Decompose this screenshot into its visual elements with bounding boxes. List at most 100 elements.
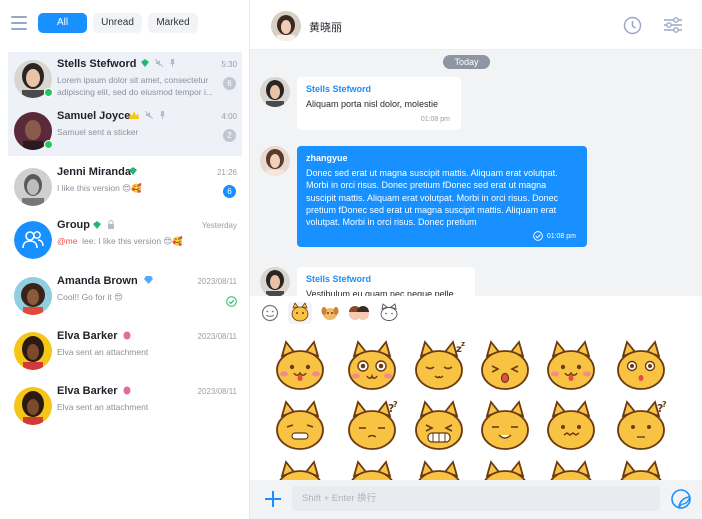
message-text: Aliquam porta nisl dolor, molestie — [306, 99, 439, 109]
chat-app: All Unread Marked Stells Stefword 5:30 L… — [0, 0, 702, 519]
cat-sticker[interactable] — [272, 400, 328, 452]
message-line: suscipit mattis. Aliquam erat volutpat. … — [306, 192, 559, 203]
confused-cat-sticker[interactable]: ?? — [344, 400, 400, 452]
filter-unread[interactable]: Unread — [93, 13, 142, 33]
kids-sticker-icon[interactable] — [347, 302, 371, 324]
avatar[interactable] — [260, 77, 290, 107]
message-input[interactable] — [292, 486, 660, 511]
cat-sticker[interactable] — [477, 400, 533, 452]
online-indicator — [44, 140, 53, 149]
conversation-item[interactable]: Elva Barker 2023/08/11 Elva sent an atta… — [8, 324, 242, 376]
sender-name: Stells Stefword — [306, 84, 372, 94]
settings-sliders-icon[interactable] — [664, 17, 682, 33]
gem-icon — [123, 386, 131, 395]
svg-text:z: z — [461, 340, 465, 348]
cat-sticker[interactable] — [272, 460, 328, 480]
avatar[interactable] — [271, 11, 301, 41]
avatar[interactable] — [260, 267, 290, 296]
conversation-item[interactable]: Jenni Miranda 21:26 I like this version … — [8, 160, 242, 212]
pin-icon — [170, 59, 176, 67]
mute-icon — [144, 110, 153, 120]
last-message: Cool!! Go for it 😍 — [57, 292, 124, 302]
svg-text:?: ? — [393, 400, 398, 409]
contact-name: Group — [57, 219, 90, 231]
cat-sticker[interactable] — [272, 340, 328, 392]
read-check-icon — [533, 231, 543, 241]
chat-panel: 黄晓丽 Today Stells Stefword Aliquam porta … — [250, 0, 702, 519]
conversation-item[interactable]: Group Yesterday @me lee: I like this ver… — [8, 213, 242, 265]
cat-sticker[interactable] — [411, 460, 467, 480]
message-line: volutpat. Morbi in orci risus. Donec pre… — [306, 217, 477, 228]
last-message: Elva sent an attachment — [57, 402, 149, 412]
mute-icon — [154, 58, 163, 68]
filter-all[interactable]: All — [38, 13, 87, 33]
group-avatar — [14, 221, 52, 259]
cat-sticker[interactable] — [477, 460, 533, 480]
message-text: Vestibulum eu quam nec neque pelle — [306, 289, 454, 296]
message-time: 01:08 pm — [546, 233, 576, 240]
filter-bar: All Unread Marked — [0, 0, 250, 48]
sleeping-cat-sticker[interactable]: zz — [411, 340, 467, 392]
cat-sticker[interactable] — [543, 340, 599, 392]
timestamp: 21:26 — [216, 168, 237, 177]
message-bubble[interactable]: Stells Stefword Vestibulum eu quam nec n… — [297, 267, 475, 296]
read-check-icon — [226, 296, 237, 307]
emoji-smile-icon[interactable] — [258, 302, 282, 324]
message-list: Today Stells Stefword Aliquam porta nisl… — [250, 50, 702, 296]
gem-icon — [123, 331, 131, 340]
last-message: Elva sent an attachment — [57, 347, 149, 357]
dog-sticker-icon[interactable] — [318, 302, 342, 324]
conversation-item[interactable]: Amanda Brown 2023/08/11 Cool!! Go for it… — [8, 269, 242, 321]
sticker-panel: zz ?? ?? — [250, 296, 702, 480]
status-icons — [141, 58, 176, 69]
conversation-item[interactable]: Elva Barker 2023/08/11 Elva sent an atta… — [8, 379, 242, 431]
sender-name: Stells Stefword — [306, 274, 372, 284]
timestamp: 2023/08/11 — [197, 277, 237, 286]
timestamp: 4:00 — [221, 112, 237, 121]
unread-count: 6 — [223, 77, 236, 90]
conversation-item[interactable]: Samuel Joyce 4:00 Samuel sent a sticker … — [8, 104, 242, 156]
menu-icon[interactable] — [11, 16, 27, 30]
avatar — [14, 277, 52, 315]
filter-marked[interactable]: Marked — [148, 13, 198, 33]
mention-tag: @me — [57, 236, 78, 246]
history-clock-icon[interactable] — [623, 16, 642, 35]
cat-sticker[interactable] — [344, 340, 400, 392]
message-bubble[interactable]: Stells Stefword Aliquam porta nisl dolor… — [297, 77, 461, 130]
sticker-tabs — [250, 296, 702, 330]
sender-name: zhangyue — [306, 153, 348, 163]
composer — [250, 480, 702, 519]
diamond-icon — [141, 59, 149, 67]
sticker-tab-cat[interactable] — [288, 302, 312, 324]
date-divider: Today — [443, 55, 490, 69]
cat-sticker[interactable] — [344, 460, 400, 480]
cat-sticker[interactable] — [477, 340, 533, 392]
svg-text:?: ? — [662, 400, 667, 409]
message-bubble-own[interactable]: zhangyue Donec sed erat ut magna suscipi… — [297, 146, 587, 247]
cat-sticker[interactable] — [543, 400, 599, 452]
last-message: @me lee: I like this version 😍🥰 — [57, 235, 217, 247]
contact-name: Jenni Miranda — [57, 166, 131, 178]
chat-header: 黄晓丽 — [250, 0, 702, 50]
timestamp: Yesterday — [201, 221, 237, 230]
avatar — [14, 332, 52, 370]
confused-cat-sticker[interactable]: ?? — [613, 400, 669, 452]
diamond-icon — [93, 221, 101, 229]
last-message: I like this version 😍🥰 — [57, 183, 142, 193]
message-time: 01:08 pm — [420, 116, 450, 123]
diamond-icon — [129, 167, 137, 175]
cat-sticker[interactable] — [543, 460, 599, 480]
unread-count: 2 — [223, 129, 236, 142]
contact-name: Samuel Joyce — [57, 110, 131, 122]
sticker-icon[interactable] — [670, 488, 692, 510]
cat-sticker[interactable] — [613, 460, 669, 480]
cat-sticker-icon — [291, 302, 309, 322]
avatar[interactable] — [260, 146, 290, 176]
cat-sticker[interactable] — [613, 340, 669, 392]
timestamp: 2023/08/11 — [197, 387, 237, 396]
conversation-item[interactable]: Stells Stefword 5:30 Lorem ipsum dolor s… — [8, 52, 242, 104]
white-cat-sticker-icon[interactable] — [377, 302, 401, 324]
grinning-cat-sticker[interactable] — [411, 400, 467, 452]
crown-icon — [129, 111, 139, 119]
plus-icon[interactable] — [263, 489, 283, 509]
